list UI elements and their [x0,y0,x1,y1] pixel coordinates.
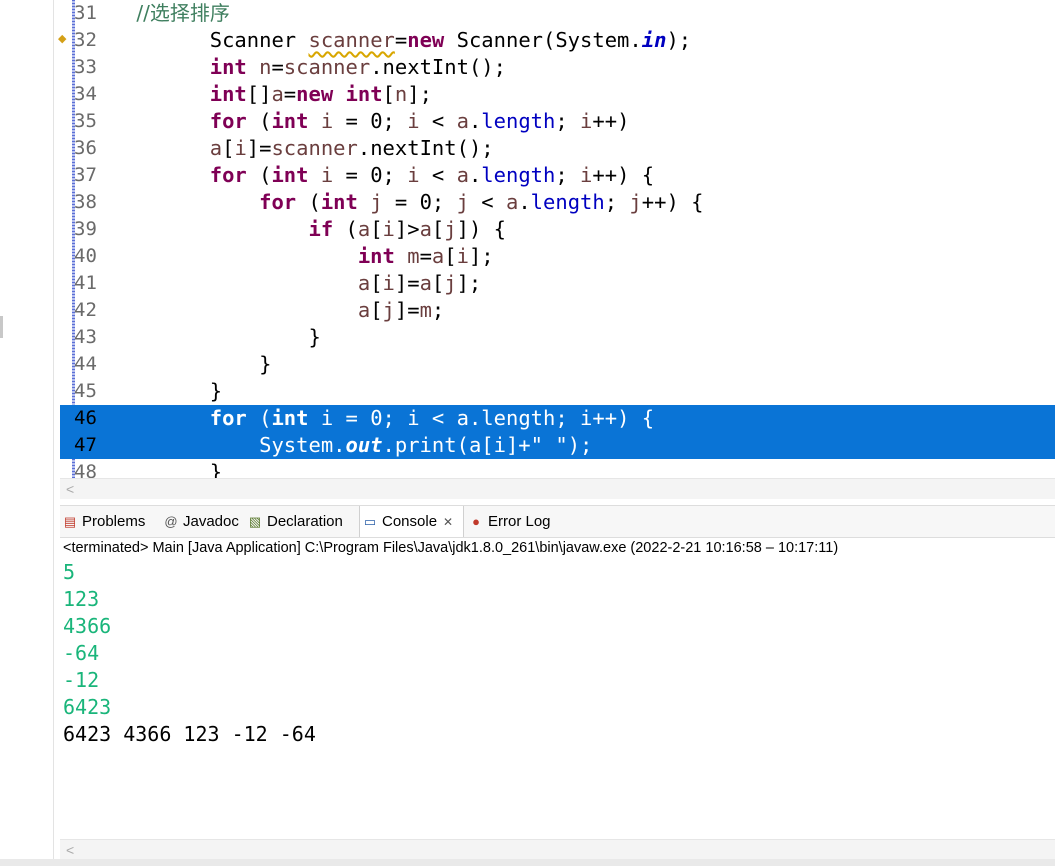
left-panel-strip [0,0,54,866]
line-number: 38 [74,191,97,213]
line-number: 45 [74,380,97,402]
line-number: 43 [74,326,97,348]
code-line[interactable]: 45 } [60,378,1055,405]
code-text: for (int i = 0; i < a.length; i++) { [111,406,655,430]
console-input-line: -64 [63,641,100,665]
console-horizontal-scrollbar[interactable]: < [60,839,1055,860]
code-line[interactable]: 43 } [60,324,1055,351]
warning-marker-icon[interactable]: ◆ [58,33,70,45]
line-number: 47 [74,434,97,456]
code-line[interactable]: 39 if (a[i]>a[j]) { [60,216,1055,243]
code-text: a[i]=a[j]; [111,271,482,295]
line-number: 33 [74,56,97,78]
line-number: 46 [74,407,97,429]
code-text: for (int i = 0; i < a.length; i++) { [111,163,655,187]
tab-problems[interactable]: ▤ Problems [60,506,159,537]
editor-horizontal-scrollbar[interactable]: < [60,478,1055,499]
code-line[interactable]: 42 a[j]=m; [60,297,1055,324]
scroll-left-icon[interactable]: < [66,479,74,499]
console-input-line: -12 [63,668,100,692]
code-line[interactable]: 36 a[i]=scanner.nextInt(); [60,135,1055,162]
code-text: int n=scanner.nextInt(); [111,55,506,79]
tab-console[interactable]: ▭ Console ✕ [359,506,464,537]
console-input-line: 6423 [63,695,112,719]
code-text: //选择排序 [111,1,230,25]
tab-label: Error Log [488,513,551,530]
code-text: } [111,325,321,349]
code-text: if (a[i]>a[j]) { [111,217,506,241]
console-status-header: <terminated> Main [Java Application] C:\… [63,540,839,556]
console-output-line: 6423 4366 123 -12 -64 [63,722,316,746]
view-tab-bar: ▤ Problems @ Javadoc ▧ Declaration ▭ Console ✕ ● E… [60,505,1055,538]
code-line[interactable]: 46 for (int i = 0; i < a.length; i++) { [60,405,1055,432]
tab-label: Declaration [267,513,343,530]
console-output[interactable]: 5 123 4366 -64 -12 6423 6423 4366 123 -12 -64 [60,559,1055,839]
line-number: 37 [74,164,97,186]
tab-declaration[interactable]: ▧ Declaration [245,506,357,537]
code-line[interactable]: 38 for (int j = 0; j < a.length; j++) { [60,189,1055,216]
code-text: } [111,379,223,403]
status-strip [0,859,1055,866]
javadoc-icon: @ [164,514,178,529]
line-number: 39 [74,218,97,240]
code-line[interactable]: 41 a[i]=a[j]; [60,270,1055,297]
line-number: 48 [74,461,97,478]
code-line[interactable]: 47 System.out.print(a[i]+" "); [60,432,1055,459]
tab-error-log[interactable]: ● Error Log [466,506,560,537]
tab-label: Javadoc [183,513,239,530]
code-text: a[i]=scanner.nextInt(); [111,136,494,160]
problems-icon: ▤ [63,514,77,529]
line-number: 36 [74,137,97,159]
code-line[interactable]: 40 int m=a[i]; [60,243,1055,270]
console-icon: ▭ [363,514,377,529]
code-line[interactable]: 35 for (int i = 0; i < a.length; i++) [60,108,1055,135]
code-text: } [111,352,272,376]
console-input-line: 123 [63,587,100,611]
code-line[interactable]: 37 for (int i = 0; i < a.length; i++) { [60,162,1055,189]
line-number: 42 [74,299,97,321]
line-number: 44 [74,353,97,375]
code-editor[interactable]: 31 //选择排序 32 Scanner scanner=new Scanner(… [60,0,1055,478]
code-text: } [111,460,223,478]
line-number: 41 [74,272,97,294]
close-icon[interactable]: ✕ [443,515,453,529]
line-number: 35 [74,110,97,132]
tab-label: Problems [82,513,146,530]
code-text: int[]a=new int[n]; [111,82,432,106]
scroll-left-icon[interactable]: < [66,840,74,860]
line-number: 40 [74,245,97,267]
code-line[interactable]: 33 int n=scanner.nextInt(); [60,54,1055,81]
tab-javadoc[interactable]: @ Javadoc [161,506,243,537]
error-log-icon: ● [472,514,480,529]
declaration-icon: ▧ [248,514,262,529]
code-text: a[j]=m; [111,298,445,322]
line-number: 31 [74,2,97,24]
code-line[interactable]: 44 } [60,351,1055,378]
line-number: 32 [74,29,97,51]
code-text: int m=a[i]; [111,244,494,268]
console-input-line: 4366 [63,614,112,638]
code-text: for (int i = 0; i < a.length; i++) [111,109,630,133]
code-line[interactable]: 32 Scanner scanner=new Scanner(System.in… [60,27,1055,54]
console-input-line: 5 [63,560,76,584]
code-text: Scanner scanner=new Scanner(System.in); [111,28,692,52]
line-number: 34 [74,83,97,105]
code-line[interactable]: 31 //选择排序 [60,0,1055,27]
code-line[interactable]: 48 } [60,459,1055,478]
code-line[interactable]: 34 int[]a=new int[n]; [60,81,1055,108]
sash-handle[interactable] [0,316,3,338]
code-text: System.out.print(a[i]+" "); [111,433,593,457]
tab-label: Console [382,513,438,530]
code-text: for (int j = 0; j < a.length; j++) { [111,190,704,214]
